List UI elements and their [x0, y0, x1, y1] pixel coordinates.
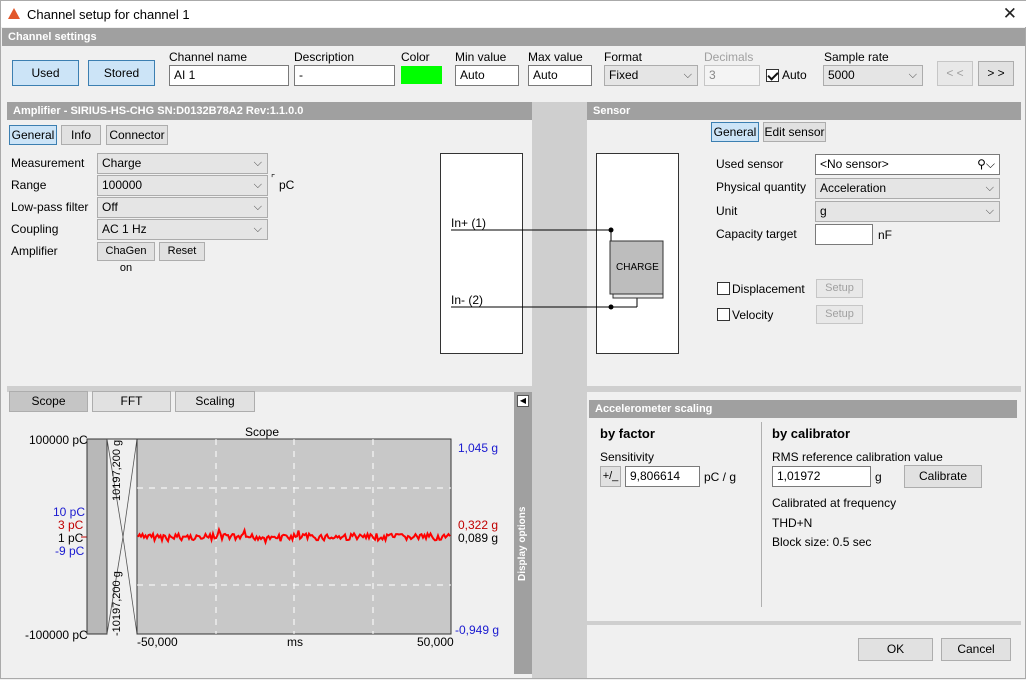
search-icon[interactable]: ⚲⌵ — [977, 155, 995, 174]
unit-value: g — [820, 204, 827, 218]
accelerometer-scaling-header: Accelerometer scaling — [589, 400, 1017, 418]
footer-separator — [587, 621, 1021, 625]
sensitivity-label: Sensitivity — [600, 450, 655, 464]
chevron-down-icon: ⌵ — [985, 182, 994, 194]
ok-button[interactable]: OK — [858, 638, 933, 661]
left-axis-bottom: -100000 pC — [25, 628, 88, 642]
sensitivity-input[interactable]: 9,806614 — [625, 466, 700, 487]
sensitivity-unit: pC / g — [704, 470, 737, 484]
used-sensor-label: Used sensor — [716, 157, 784, 171]
right-axis-bottom: -0,949 g — [455, 623, 500, 637]
tab-fft[interactable]: FFT — [92, 391, 171, 412]
capacity-target-input[interactable] — [815, 224, 873, 245]
scope-graph[interactable] — [81, 431, 461, 641]
x-axis-min: -50,000 — [137, 635, 178, 649]
left-axis-m9pc: -9 pC — [55, 544, 85, 558]
block-size-label: Block size: 0.5 sec — [772, 535, 872, 549]
wire-minus-node — [608, 304, 614, 310]
x-axis-unit: ms — [287, 635, 303, 649]
unit-label: Unit — [716, 204, 738, 218]
displacement-label: Displacement — [732, 282, 805, 296]
velocity-checkbox[interactable] — [717, 308, 730, 321]
x-axis-max: 50,000 — [417, 635, 454, 649]
capacity-target-label: Capacity target — [716, 227, 797, 241]
physical-quantity-value: Acceleration — [820, 181, 887, 195]
right-axis-089: 0,089 g — [458, 531, 499, 545]
cancel-button[interactable]: Cancel — [941, 638, 1011, 661]
range-bar-top-label: 10197,200 g — [111, 439, 123, 501]
displacement-setup-button[interactable]: Setup — [816, 279, 863, 298]
used-sensor-field[interactable]: <No sensor> ⚲⌵ — [815, 154, 1000, 175]
by-calibrator-heading: by calibrator — [772, 426, 851, 441]
unit-select[interactable]: g ⌵ — [815, 201, 1000, 222]
used-sensor-value: <No sensor> — [820, 157, 889, 171]
wire-plus-node — [608, 227, 614, 233]
left-axis-top: 100000 pC — [29, 433, 88, 447]
velocity-setup-button[interactable]: Setup — [816, 305, 863, 324]
rms-reference-label: RMS reference calibration value — [772, 450, 943, 464]
physical-quantity-select[interactable]: Acceleration ⌵ — [815, 178, 1000, 199]
range-zoom-top — [122, 438, 138, 538]
display-options-label: Display options — [517, 506, 528, 581]
charge-label: CHARGE — [616, 262, 659, 273]
tab-scaling[interactable]: Scaling — [175, 391, 255, 412]
range-bar-bottom-label: -10197,200 g — [111, 571, 123, 636]
left-axis-3pc: 3 pC — [58, 518, 84, 532]
thd-label: THD+N — [772, 516, 813, 530]
sensor-bottom-separator — [587, 386, 1021, 392]
velocity-label: Velocity — [732, 308, 774, 322]
tab-scope[interactable]: Scope — [9, 391, 88, 412]
physical-quantity-label: Physical quantity — [716, 180, 807, 194]
scaling-divider — [761, 422, 762, 607]
collapse-left-icon[interactable]: ◀ — [517, 395, 529, 407]
invert-sign-button[interactable]: +/_ — [600, 466, 621, 487]
by-factor-heading: by factor — [600, 426, 655, 441]
rms-reference-input[interactable]: 1,01972 — [772, 466, 871, 487]
calibrated-frequency-label: Calibrated at frequency — [772, 496, 897, 510]
range-zoom-bottom — [122, 536, 138, 635]
calibrate-button[interactable]: Calibrate — [904, 465, 982, 488]
channel-setup-window: Channel setup for channel 1 ✕ Channel se… — [0, 0, 1026, 679]
chevron-down-icon: ⌵ — [985, 205, 994, 217]
rms-unit: g — [875, 470, 882, 484]
left-axis-1pc: 1 pC — [58, 531, 84, 545]
range-bar — [86, 438, 108, 635]
right-axis-322: 0,322 g — [458, 518, 499, 532]
displacement-checkbox[interactable] — [717, 282, 730, 295]
capacity-unit: nF — [878, 228, 893, 242]
right-axis-top: 1,045 g — [458, 441, 499, 455]
